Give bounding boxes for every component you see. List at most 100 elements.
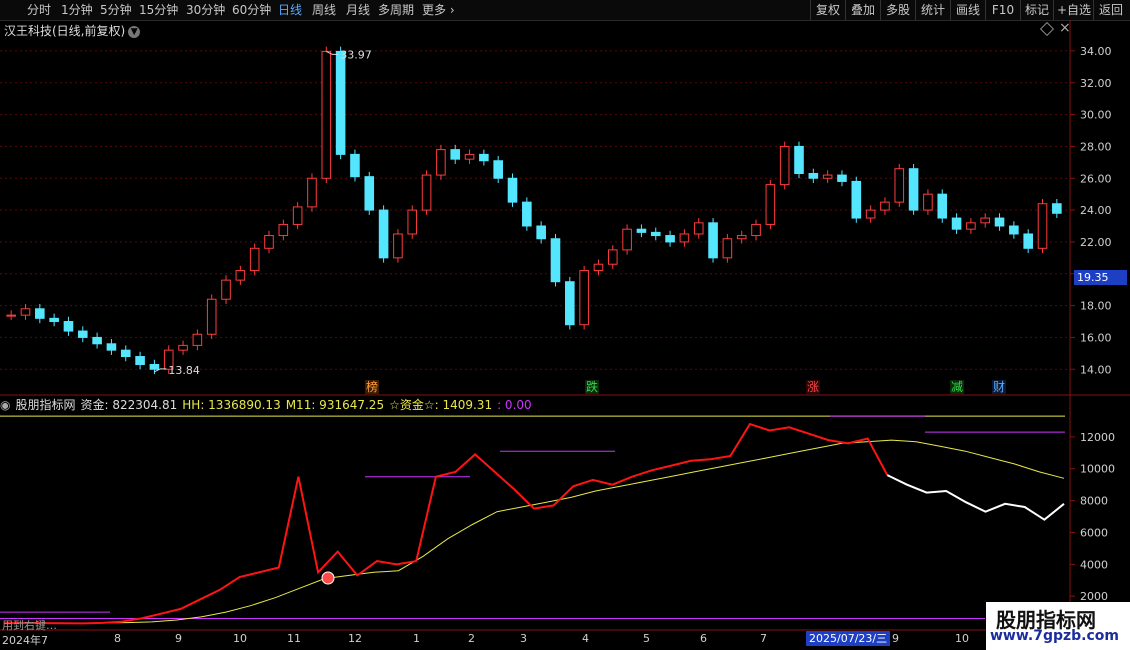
date-tick-label: 3 xyxy=(520,632,527,645)
ind-tick-label: 8000 xyxy=(1080,495,1108,508)
event-marker-0[interactable]: 榜 xyxy=(365,380,380,394)
candle-body xyxy=(120,349,131,358)
price-tick-label: 26.00 xyxy=(1080,172,1112,185)
cursor-date: 2025/07/23/三 xyxy=(806,631,891,646)
ind-tick-label: 6000 xyxy=(1080,526,1108,539)
candle-body xyxy=(6,314,16,317)
candle-body xyxy=(622,228,632,251)
candle-body xyxy=(378,209,389,259)
indicator-header: ◉ 股朋指标网 资金: 822304.81 HH: 1336890.13 M11: 93… xyxy=(0,397,537,413)
candle-body xyxy=(923,193,933,211)
candle-body xyxy=(851,180,862,219)
candle-body xyxy=(880,201,890,211)
date-tick-label: 4 xyxy=(582,632,589,645)
candle-body xyxy=(479,153,489,162)
candle-body xyxy=(436,149,446,176)
candle-body xyxy=(951,217,962,230)
candle-body xyxy=(765,184,776,225)
star-value: ☆资金☆: 1409.31 xyxy=(389,398,493,412)
date-tick-label: 9 xyxy=(175,632,182,645)
candle-body xyxy=(393,233,403,259)
candle-body xyxy=(894,168,905,203)
candle-body xyxy=(822,174,833,179)
date-tick-label: 8 xyxy=(114,632,121,645)
date-tick-label: 5 xyxy=(643,632,650,645)
candle-body xyxy=(794,145,804,174)
zero-value: : 0.00 xyxy=(497,398,532,412)
m11-value: M11: 931647.25 xyxy=(285,398,385,412)
ind-tick-label: 12000 xyxy=(1080,431,1115,444)
zijin-value: 资金: 822304.81 xyxy=(80,398,178,412)
candle-body xyxy=(837,174,847,182)
price-tick-label: 22.00 xyxy=(1080,236,1112,249)
event-marker-3[interactable]: 减 xyxy=(950,380,965,394)
date-tick-label: 12 xyxy=(348,632,362,645)
low-label: 13.84 xyxy=(168,364,200,377)
price-tick-label: 30.00 xyxy=(1080,109,1112,122)
current-price-tag: 19.35 xyxy=(1074,270,1127,285)
candle-body xyxy=(779,145,790,186)
candle-body xyxy=(1052,203,1062,214)
bottom-hint: 用到右键… xyxy=(2,619,57,632)
candle-body xyxy=(249,247,260,272)
date-tick-label: 2024年7 xyxy=(2,634,48,647)
date-tick-label: 1 xyxy=(413,632,420,645)
candle-body xyxy=(808,172,819,179)
candle-body xyxy=(865,209,876,219)
price-tick-label: 32.00 xyxy=(1080,77,1112,90)
indicator-name[interactable]: 股朋指标网 xyxy=(15,398,75,412)
zijin-line-red xyxy=(3,422,889,625)
candle-body xyxy=(994,217,1005,227)
price-tick-label: 28.00 xyxy=(1080,140,1112,153)
price-tick-label: 18.00 xyxy=(1080,300,1112,313)
candle-body xyxy=(908,168,919,211)
candle-body xyxy=(751,223,761,237)
high-label: 33.97 xyxy=(340,48,372,61)
candle-body xyxy=(35,308,45,319)
candle-body xyxy=(593,263,604,272)
date-tick-label: 9 xyxy=(892,632,899,645)
candle-body xyxy=(1023,233,1033,249)
candle-body xyxy=(650,231,661,237)
candle-body xyxy=(636,228,647,233)
candle-body xyxy=(135,356,145,365)
event-marker-1[interactable]: 跌 xyxy=(585,380,600,394)
watermark-url: www.7gpzb.com xyxy=(990,628,1120,644)
candle-body xyxy=(192,333,203,346)
date-tick-label: 6 xyxy=(700,632,707,645)
candle-body xyxy=(536,225,546,240)
candle-body xyxy=(665,235,675,243)
candle-body xyxy=(221,279,231,300)
candle-body xyxy=(1037,203,1048,249)
candle-body xyxy=(607,249,618,265)
candle-body xyxy=(708,222,718,259)
candle-body xyxy=(579,270,589,326)
kline-chart[interactable]: 34.0032.0030.0028.0026.0024.0022.0020.00… xyxy=(0,0,1130,650)
candle-body xyxy=(736,235,747,240)
candle-body xyxy=(264,235,274,249)
price-tick-label: 16.00 xyxy=(1080,331,1112,344)
candle-body xyxy=(722,238,733,259)
candle-body xyxy=(149,363,160,370)
candle-body xyxy=(464,153,475,160)
candle-body xyxy=(49,317,59,323)
zijin-line-white xyxy=(886,474,1065,521)
candle-body xyxy=(106,343,117,351)
candle-body xyxy=(679,233,690,243)
candle-body xyxy=(450,149,461,160)
price-tick-label: 24.00 xyxy=(1080,204,1112,217)
candle-body xyxy=(206,298,217,335)
candle-body xyxy=(407,209,418,235)
candle-body xyxy=(350,153,360,178)
event-marker-2[interactable]: 涨 xyxy=(806,380,821,394)
m11-line xyxy=(4,439,1065,624)
candle-body xyxy=(937,193,948,219)
candle-body xyxy=(278,223,289,237)
candle-body xyxy=(92,336,102,345)
date-tick-label: 7 xyxy=(760,632,767,645)
candle-body xyxy=(693,222,704,235)
event-marker-4[interactable]: 财 xyxy=(992,380,1007,394)
ind-tick-label: 10000 xyxy=(1080,463,1115,476)
circle-icon: ◉ xyxy=(0,398,11,412)
candle-body xyxy=(292,206,303,225)
